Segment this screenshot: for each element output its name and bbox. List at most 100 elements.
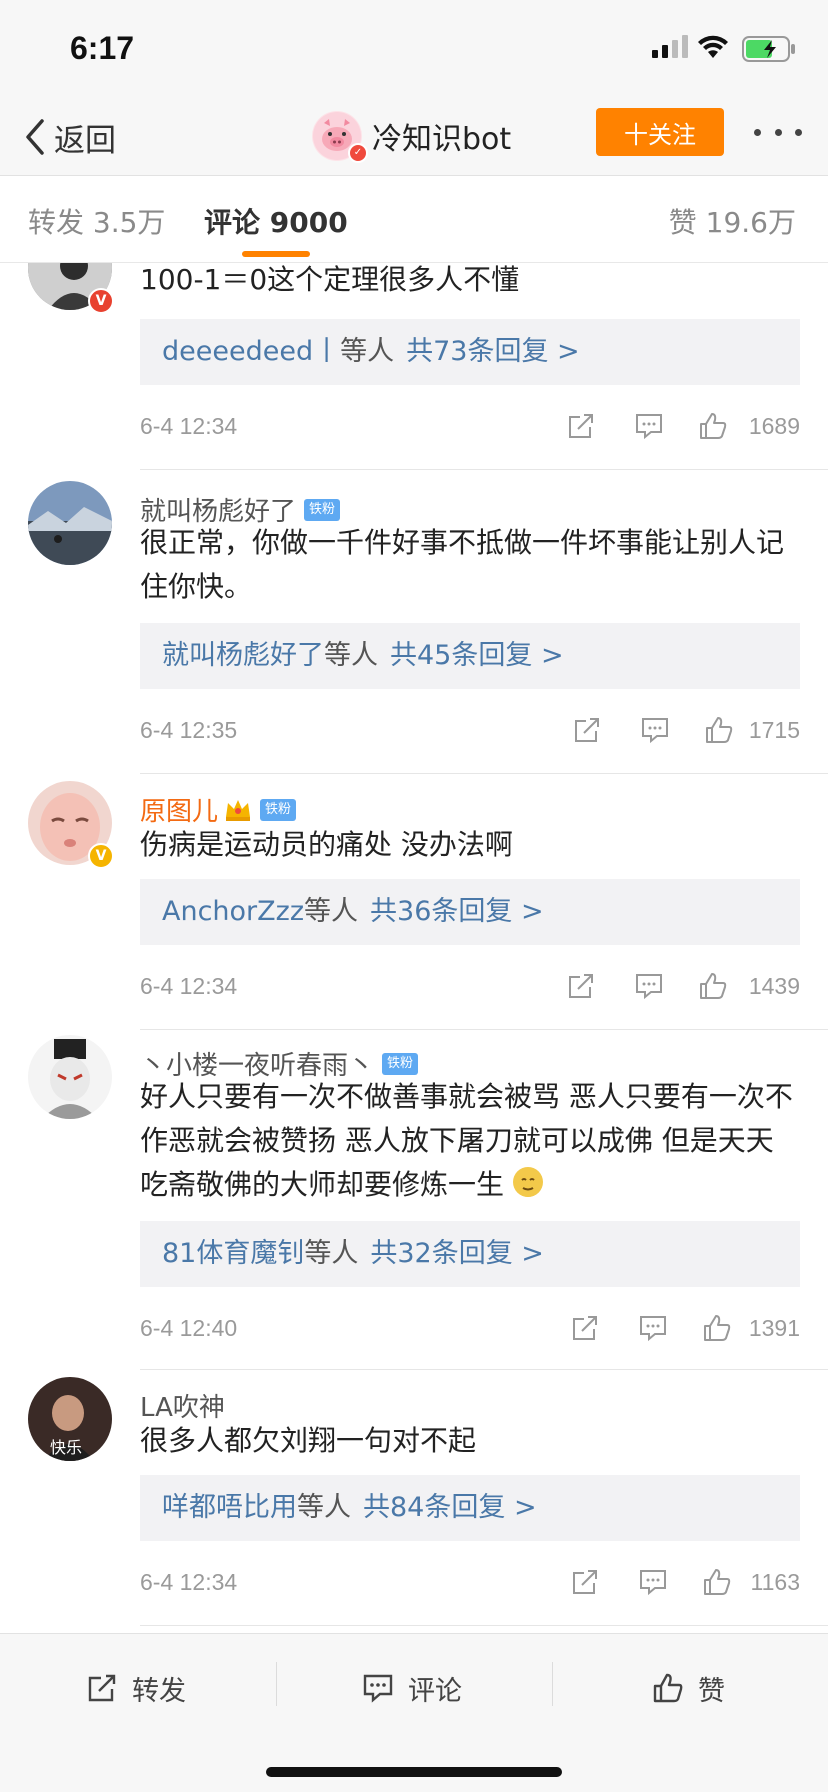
reply-preview[interactable]: deeeedeed丨等人 共73条回复 > [140, 319, 800, 385]
share-icon[interactable] [570, 1313, 600, 1343]
comment-meta: 6-4 12:35 1715 [140, 709, 800, 749]
comment-time: 6-4 12:34 [140, 1569, 238, 1595]
comment-list[interactable]: V 100-1＝0这个定理很多人不懂 deeeedeed丨等人 共73条回复 > … [0, 263, 828, 1633]
comment-meta: 6-4 12:34 1163 [140, 1561, 800, 1601]
more-dot-icon [754, 128, 761, 136]
reply-preview[interactable]: 咩都唔比用等人 共84条回复 > [140, 1475, 800, 1541]
like-icon[interactable] [698, 971, 728, 1001]
toolbar-divider [276, 1662, 277, 1706]
divider [140, 1029, 828, 1030]
follow-button[interactable]: 十关注 [596, 108, 724, 156]
account-avatar[interactable]: ✓ [312, 111, 368, 163]
status-bar: 6:17 [0, 0, 828, 100]
repost-button[interactable]: 转发 [86, 1666, 186, 1710]
user-photo: 快乐 [28, 1377, 112, 1461]
account-header[interactable]: ✓ 冷知识bot [312, 108, 511, 164]
account-name: 冷知识bot [372, 122, 512, 157]
fan-badge: 铁粉 [382, 1052, 419, 1075]
share-icon[interactable] [570, 1567, 600, 1597]
comment-icon[interactable] [640, 715, 670, 745]
comment-meta: 6-4 12:40 1391 [140, 1307, 800, 1347]
like-count: 1391 [748, 1315, 800, 1341]
like-icon[interactable] [702, 1567, 732, 1597]
reply-preview[interactable]: AnchorZzz等人 共36条回复 > [140, 879, 800, 945]
comment-time: 6-4 12:35 [140, 717, 238, 743]
status-time: 6:17 [70, 30, 135, 66]
avatar[interactable] [28, 1035, 112, 1119]
share-icon [88, 1674, 116, 1702]
more-dot-icon [795, 128, 802, 136]
like-icon[interactable] [704, 715, 734, 745]
like-label: 赞 [698, 1675, 725, 1707]
comment-meta: 6-4 12:34 1689 [140, 405, 800, 445]
comment-text: 很多人都欠刘翔一句对不起 [140, 1424, 477, 1457]
comment-icon[interactable] [638, 1567, 668, 1597]
like-button[interactable]: 赞 [652, 1666, 725, 1710]
divider [140, 1369, 828, 1370]
like-icon [653, 1673, 683, 1703]
more-dot-icon [774, 128, 782, 136]
comment-meta: 6-4 12:34 1439 [140, 965, 800, 1005]
toolbar-divider [552, 1662, 553, 1706]
repost-label: 转发 [132, 1675, 186, 1707]
comment-button[interactable]: 评论 [362, 1666, 462, 1710]
avatar[interactable]: 快乐 [28, 1377, 112, 1461]
tab-likes[interactable]: 赞 19.6万 [669, 201, 796, 241]
like-count: 1715 [748, 717, 800, 743]
reply-preview[interactable]: 81体育魔钊等人 共32条回复 > [140, 1221, 800, 1287]
reply-username[interactable]: deeeedeed丨 [162, 336, 340, 367]
reply-count[interactable]: 共84条回复 > [363, 1492, 537, 1523]
back-button[interactable]: 返回 [22, 110, 116, 164]
like-count: 1689 [748, 413, 800, 439]
battery-icon [742, 36, 795, 62]
reply-suffix: 等人 [304, 896, 359, 927]
wifi-icon [698, 35, 728, 58]
bottom-toolbar: 转发 评论 赞 [0, 1633, 828, 1792]
reply-count[interactable]: 共36条回复 > [370, 896, 544, 927]
comment-icon[interactable] [634, 411, 664, 441]
reply-suffix: 等人 [324, 640, 378, 671]
crown-icon [226, 799, 251, 821]
reply-username[interactable]: 就叫杨彪好了 [162, 640, 324, 671]
chevron-left-icon [26, 119, 44, 155]
comment-text: 好人只要有一次不做善事就会被骂 恶人只要有一次不作恶就会被赞扬 恶人放下屠刀就可… [140, 1075, 800, 1207]
tab-bar: 转发 3.5万 评论 9000 赞 19.6万 [0, 177, 828, 263]
more-options-button[interactable] [754, 120, 802, 144]
like-icon[interactable] [702, 1313, 732, 1343]
share-icon[interactable] [572, 715, 602, 745]
divider [140, 773, 828, 774]
reply-suffix: 等人 [340, 336, 395, 367]
tab-comments[interactable]: 评论 9000 [204, 201, 348, 241]
share-icon[interactable] [566, 411, 596, 441]
active-tab-indicator [242, 251, 310, 257]
comment-text: 伤病是运动员的痛处 没办法啊 [140, 828, 513, 861]
comment-text-body: 好人只要有一次不做善事就会被骂 恶人只要有一次不作恶就会被赞扬 恶人放下屠刀就可… [140, 1080, 793, 1201]
reply-preview[interactable]: 就叫杨彪好了等人 共45条回复 > [140, 623, 800, 689]
like-count: 1163 [750, 1569, 800, 1595]
reply-username[interactable]: 81体育魔钊 [162, 1238, 304, 1269]
avatar-caption: 快乐 [50, 1438, 82, 1457]
fan-badge: 铁粉 [304, 498, 341, 521]
reply-username[interactable]: 咩都唔比用 [162, 1492, 297, 1523]
divider [140, 1625, 828, 1626]
tab-reposts[interactable]: 转发 3.5万 [28, 201, 165, 241]
home-indicator[interactable] [266, 1767, 562, 1777]
reply-count[interactable]: 共45条回复 > [390, 640, 564, 671]
like-icon[interactable] [698, 411, 728, 441]
like-count: 1439 [748, 973, 800, 999]
reply-suffix: 等人 [304, 1238, 359, 1269]
comment-time: 6-4 12:34 [140, 973, 238, 999]
avatar[interactable] [28, 481, 112, 565]
reply-count[interactable]: 共73条回复 > [406, 336, 580, 367]
reply-username[interactable]: AnchorZzz [162, 896, 304, 927]
comment-text: 100-1＝0这个定理很多人不懂 [140, 263, 520, 296]
divider [140, 469, 828, 470]
reply-count[interactable]: 共32条回复 > [370, 1238, 544, 1269]
emoji-icon [512, 1167, 543, 1197]
verified-badge-icon: V [88, 288, 114, 314]
share-icon[interactable] [566, 971, 596, 1001]
comment-icon[interactable] [638, 1313, 668, 1343]
cellular-signal-icon [652, 35, 688, 58]
reply-suffix: 等人 [297, 1492, 351, 1523]
comment-icon[interactable] [634, 971, 664, 1001]
